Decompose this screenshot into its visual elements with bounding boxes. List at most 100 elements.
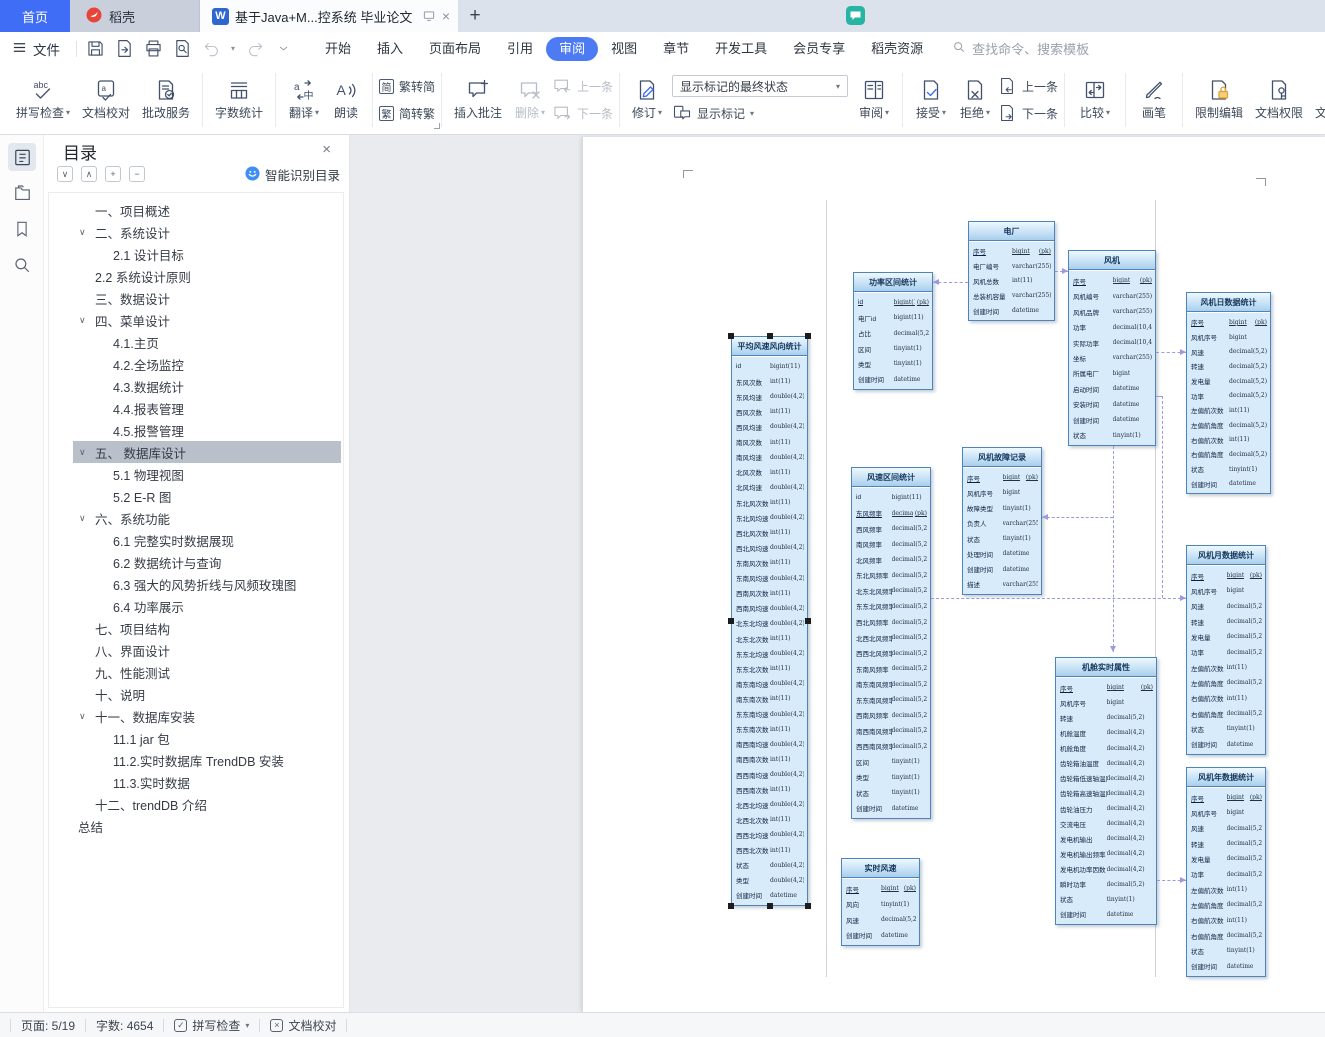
collapse-arrow-icon[interactable]: ∨ xyxy=(79,315,86,326)
toc-item[interactable]: 七、项目结构 xyxy=(49,617,343,639)
selection-handle[interactable] xyxy=(728,903,734,909)
er-table[interactable]: 风速区间统计 idbigint(11) 东风频率decimal(5,2)(pk) 西风… xyxy=(851,467,931,819)
prev-comment-button[interactable]: 上一条 xyxy=(552,75,613,97)
next-comment-button[interactable]: 下一条 xyxy=(552,102,613,124)
bookmark-pane-icon[interactable] xyxy=(8,215,36,243)
expand-level-icon[interactable]: + xyxy=(105,166,121,182)
toc-item[interactable]: 11.3.实时数据 xyxy=(49,771,343,793)
tab-home[interactable]: 首页 xyxy=(0,0,70,32)
toc-item[interactable]: 八、界面设计 xyxy=(49,639,343,661)
toc-item[interactable]: 4.3.数据统计 xyxy=(49,375,343,397)
trad-to-simp-button[interactable]: 简繁转简 xyxy=(379,75,435,97)
expand-all-icon[interactable]: ∧ xyxy=(81,166,97,182)
er-table[interactable]: 风机 序号 bigint (pk) 风机编号 varchar(255) 风机品牌 varcha… xyxy=(1068,250,1156,446)
selection-handle[interactable] xyxy=(805,333,811,339)
document-canvas[interactable]: 电厂 序号 bigint (pk) 电厂编号 varchar(255) 风机总数 int(11… xyxy=(350,135,1325,1012)
er-table[interactable]: 风机日数据统计 序号 bigint (pk) 风机序号 bigint 风速 decimal(5… xyxy=(1186,292,1271,494)
er-table[interactable]: 风机月数据统计 序号 bigint (pk) 风机序号 bigint 风速 decimal(5… xyxy=(1186,545,1266,755)
toc-item[interactable]: 十、说明 xyxy=(49,683,343,705)
track-changes-button[interactable]: 修订 ▾ xyxy=(626,71,668,129)
toc-item[interactable]: 4.5.报警管理 xyxy=(49,419,343,441)
next-change-button[interactable]: 下一条 xyxy=(997,102,1058,124)
toc-item[interactable]: ∨ 五、 数据库设计 xyxy=(73,441,341,463)
export-button[interactable] xyxy=(112,37,137,61)
more-button[interactable] xyxy=(271,37,296,61)
ribbon-tab-视图[interactable]: 视图 xyxy=(598,37,650,61)
collapse-arrow-icon[interactable]: ∨ xyxy=(79,711,86,722)
window-mode-icon[interactable] xyxy=(422,9,436,23)
doc-certify-button[interactable]: 文档认证 xyxy=(1309,71,1325,129)
toc-item[interactable]: 4.1.主页 xyxy=(49,331,343,353)
preview-button[interactable] xyxy=(170,37,195,61)
selection-handle[interactable] xyxy=(805,618,811,624)
toc-item[interactable]: ∨ 六、系统功能 xyxy=(49,507,343,529)
redo-button[interactable] xyxy=(242,37,267,61)
toc-item[interactable]: 5.1 物理视图 xyxy=(49,463,343,485)
translate-button[interactable]: a 中翻译 ▾ xyxy=(282,71,326,129)
ribbon-tab-章节[interactable]: 章节 xyxy=(650,37,702,61)
undo-button[interactable] xyxy=(199,37,224,61)
er-table[interactable]: 实时风速 序号 bigint (pk) 风向 tinyint(1) 风速 decimal(5,… xyxy=(841,858,920,946)
toc-item[interactable]: 一、项目概述 xyxy=(49,199,343,221)
ribbon-tab-引用[interactable]: 引用 xyxy=(494,37,546,61)
dialog-launcher-icon[interactable] xyxy=(434,122,441,129)
toc-item[interactable]: ∨ 二、系统设计 xyxy=(49,221,343,243)
show-markup-button[interactable]: 显示标记 ▾ xyxy=(672,102,848,124)
doc-permission-button[interactable]: 文档权限 xyxy=(1249,71,1309,129)
correction-service-button[interactable]: 批改服务 xyxy=(136,71,196,129)
find-pane-icon[interactable] xyxy=(8,251,36,279)
file-menu-button[interactable]: 文件 xyxy=(12,39,72,59)
toc-item[interactable]: 6.4 功率展示 xyxy=(49,595,343,617)
doc-proofread-button[interactable]: a 文档校对 xyxy=(76,71,136,129)
toc-item[interactable]: 总结 xyxy=(49,815,343,837)
reject-change-button[interactable]: 拒绝 ▾ xyxy=(953,71,997,129)
ribbon-tab-稻壳资源[interactable]: 稻壳资源 xyxy=(858,37,936,61)
read-aloud-button[interactable]: A 朗读 xyxy=(326,71,366,129)
er-table[interactable]: 电厂 序号 bigint (pk) 电厂编号 varchar(255) 风机总数 int(11… xyxy=(968,221,1055,321)
er-table[interactable]: 风机故障记录 序号 bigint (pk) 风机序号 bigint 故障类型 tinyint(… xyxy=(962,447,1042,595)
word-count-button[interactable]: 字数统计 xyxy=(209,71,269,129)
toc-item[interactable]: 6.1 完整实时数据展现 xyxy=(49,529,343,551)
selection-handle[interactable] xyxy=(728,618,734,624)
ribbon-tab-会员专享[interactable]: 会员专享 xyxy=(780,37,858,61)
print-button[interactable] xyxy=(141,37,166,61)
toc-item[interactable]: 11.1 jar 包 xyxy=(49,727,343,749)
service-icon[interactable] xyxy=(845,5,866,31)
review-pane-button[interactable]: 审阅 ▾ xyxy=(852,71,896,129)
tab-document[interactable]: W 基于Java+M...控系统 毕业论文 × xyxy=(200,0,458,32)
toc-item[interactable]: 三、数据设计 xyxy=(49,287,343,309)
smart-toc-button[interactable]: 智能识别目录 xyxy=(245,165,340,184)
insert-comment-button[interactable]: 插入批注 xyxy=(448,71,508,129)
prev-change-button[interactable]: 上一条 xyxy=(997,75,1058,97)
toc-item[interactable]: 十二、trendDB 介绍 xyxy=(49,793,343,815)
doc-proof-toggle[interactable]: × 文档校对 xyxy=(270,1017,336,1034)
er-table[interactable]: 机舱实时属性 序号 bigint (pk) 风机序号 bigint 转速 decimal(5,… xyxy=(1055,657,1157,925)
er-table[interactable]: 功率区间统计 idbigint(11)(pk) 电厂idbigint(11) 占比de… xyxy=(853,272,933,390)
simp-to-trad-button[interactable]: 繁简转繁 xyxy=(379,102,435,124)
toc-item[interactable]: 6.2 数据统计与查询 xyxy=(49,551,343,573)
toc-item[interactable]: 5.2 E-R 图 xyxy=(49,485,343,507)
new-tab-button[interactable]: + xyxy=(458,0,492,32)
toc-item[interactable]: 4.4.报表管理 xyxy=(49,397,343,419)
toc-item[interactable]: ∨ 十一、数据库安装 xyxy=(49,705,343,727)
tab-docer[interactable]: 稻壳 xyxy=(70,0,200,32)
collapse-all-icon[interactable]: ∨ xyxy=(57,166,73,182)
toc-close-icon[interactable]: × xyxy=(322,141,331,158)
ribbon-tab-开始[interactable]: 开始 xyxy=(312,37,364,61)
catalog-pane-icon[interactable] xyxy=(8,179,36,207)
toc-item[interactable]: 九、性能测试 xyxy=(49,661,343,683)
close-tab-icon[interactable]: × xyxy=(442,8,450,24)
ribbon-tab-开发工具[interactable]: 开发工具 xyxy=(702,37,780,61)
collapse-arrow-icon[interactable]: ∨ xyxy=(79,227,86,238)
spell-check-button[interactable]: abc 拼写检查 ▾ xyxy=(10,71,76,129)
ribbon-tab-插入[interactable]: 插入 xyxy=(364,37,416,61)
collapse-arrow-icon[interactable]: ∨ xyxy=(79,447,86,458)
selection-handle[interactable] xyxy=(766,333,773,339)
collapse-arrow-icon[interactable]: ∨ xyxy=(79,513,86,524)
collapse-level-icon[interactable]: − xyxy=(129,166,145,182)
save-button[interactable] xyxy=(83,37,108,61)
selection-handle[interactable] xyxy=(805,903,811,909)
caret-button[interactable]: ▾ xyxy=(228,37,238,61)
delete-comment-button[interactable]: 删除 ▾ xyxy=(508,71,552,129)
ribbon-tab-页面布局[interactable]: 页面布局 xyxy=(416,37,494,61)
